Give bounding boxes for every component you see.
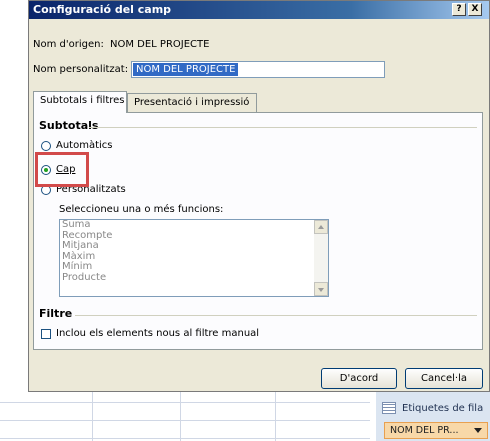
custom-name-input[interactable]: NOM DEL PROJECTE — [131, 61, 385, 78]
filter-heading: Filtre — [39, 307, 73, 320]
dropdown-arrow-icon[interactable] — [474, 428, 482, 433]
dialog-title: Configuració del camp — [33, 3, 172, 16]
row-labels-area: Etiquetes de fila — [382, 400, 490, 416]
pivot-field-item[interactable]: NOM DEL PR... — [384, 422, 488, 439]
close-button[interactable]: X — [468, 3, 482, 16]
grid-line — [92, 390, 93, 441]
grid-line — [0, 438, 370, 439]
grid-line — [0, 420, 370, 421]
source-name-label: Nom d'origen: — [33, 39, 104, 50]
section-divider — [75, 315, 477, 316]
title-bar[interactable]: Configuració del camp ? X — [29, 1, 489, 19]
list-item[interactable]: Mínim — [60, 261, 328, 273]
tab-subtotals-filters[interactable]: Subtotals i filtres — [33, 91, 127, 113]
list-item[interactable]: Mitjana — [60, 240, 328, 252]
section-divider — [89, 127, 477, 128]
include-new-items-label: Inclou els elements nous al filtre manua… — [56, 328, 260, 339]
list-item[interactable]: Recompte — [60, 230, 328, 242]
pivot-field-label: NOM DEL PR... — [390, 425, 459, 436]
radio-automatic-circle[interactable] — [41, 140, 51, 151]
list-item[interactable]: Suma — [60, 220, 328, 231]
subtotals-heading: Subtotals — [39, 119, 99, 132]
grid-line — [0, 402, 370, 403]
row-labels-label: Etiquetes de fila — [402, 402, 484, 414]
annotation-highlight — [35, 152, 89, 187]
list-item[interactable]: Producte — [60, 272, 328, 284]
functions-list[interactable]: Suma Recompte Mitjana Màxim Mínim Produc… — [59, 219, 329, 297]
cancel-button[interactable]: Cancel·la — [405, 368, 483, 389]
source-name-value: NOM DEL PROJECTE — [110, 39, 210, 50]
include-new-items-checkbox[interactable]: Inclou els elements nous al filtre manua… — [41, 328, 259, 339]
radio-automatic[interactable]: Automàtics — [41, 140, 113, 151]
ok-button[interactable]: D'acord — [321, 368, 397, 389]
custom-name-label: Nom personalitzat: — [33, 64, 129, 75]
functions-label: Seleccioneu una o més funcions: — [59, 204, 224, 215]
scroll-down-icon — [318, 288, 324, 292]
grid-line — [180, 390, 181, 441]
field-settings-dialog: Configuració del camp ? X Nom d'origen: … — [28, 0, 490, 392]
tab-layout-print[interactable]: Presentació i impressió — [127, 93, 257, 113]
grid-line — [275, 390, 276, 441]
radio-automatic-label: Automàtics — [56, 140, 113, 151]
row-labels-icon — [382, 402, 396, 414]
list-scrollbar[interactable] — [314, 220, 328, 296]
scroll-up-button[interactable] — [314, 220, 328, 234]
custom-name-value: NOM DEL PROJECTE — [133, 63, 239, 76]
scroll-up-icon — [318, 225, 324, 229]
list-item[interactable]: Màxim — [60, 251, 328, 263]
include-new-items-box[interactable] — [41, 328, 51, 339]
scroll-down-button[interactable] — [314, 282, 328, 296]
help-button[interactable]: ? — [452, 3, 466, 16]
